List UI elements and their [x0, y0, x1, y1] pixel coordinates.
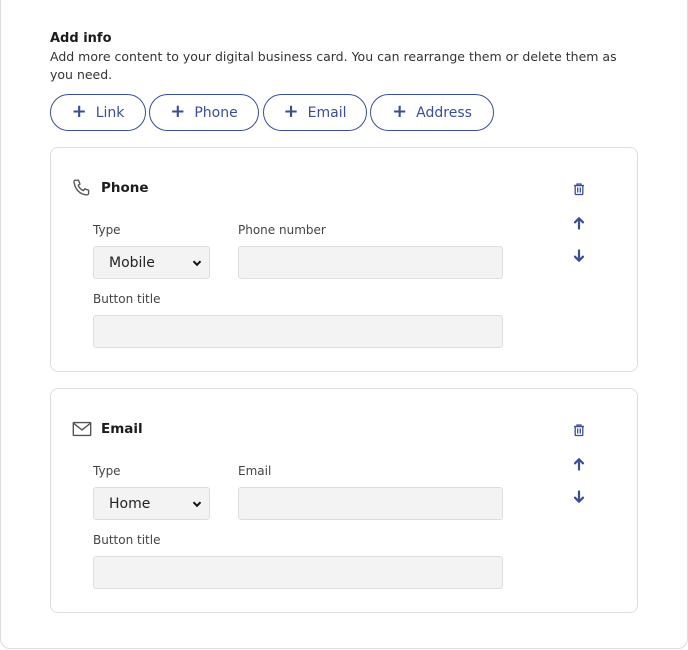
phone-number-label: Phone number: [238, 223, 326, 237]
trash-icon[interactable]: [572, 422, 586, 437]
email-button-title-input[interactable]: [93, 556, 503, 589]
email-type-select[interactable]: Home: [93, 487, 210, 520]
phone-icon: [71, 177, 93, 199]
email-card: Email Type Home Email Button title: [50, 388, 638, 613]
trash-icon[interactable]: [572, 181, 586, 196]
email-type-value: Home: [109, 495, 151, 512]
email-card-title: Email: [101, 421, 143, 437]
add-address-label: Address: [416, 104, 472, 121]
plus-icon: +: [392, 100, 408, 122]
section-description: Add more content to your digital busines…: [50, 49, 617, 82]
phone-button-title-label: Button title: [93, 292, 161, 306]
plus-icon: +: [170, 100, 186, 122]
arrow-up-icon[interactable]: [572, 456, 586, 471]
add-email-button[interactable]: + Email: [263, 94, 367, 131]
plus-icon: +: [283, 100, 299, 122]
email-button-title-label: Button title: [93, 533, 161, 547]
arrow-down-icon[interactable]: [572, 489, 586, 503]
envelope-icon: [71, 418, 93, 440]
phone-card: Phone Type Mobile Phone number Button ti…: [50, 147, 638, 372]
phone-type-select[interactable]: Mobile: [93, 246, 210, 279]
phone-type-value: Mobile: [109, 254, 155, 271]
email-type-label: Type: [93, 464, 121, 478]
section-title: Add info: [50, 31, 112, 46]
chevron-down-icon: [191, 257, 203, 269]
email-address-label: Email: [238, 464, 272, 478]
add-link-label: Link: [95, 104, 125, 121]
phone-number-input[interactable]: [238, 246, 503, 279]
chevron-down-icon: [191, 498, 203, 510]
phone-type-label: Type: [93, 223, 121, 237]
add-link-button[interactable]: + Link: [50, 94, 146, 131]
email-address-input[interactable]: [238, 487, 503, 520]
add-address-button[interactable]: + Address: [370, 94, 494, 131]
add-phone-button[interactable]: + Phone: [149, 94, 259, 131]
phone-card-title: Phone: [101, 180, 149, 196]
add-email-label: Email: [307, 104, 347, 121]
arrow-down-icon[interactable]: [572, 248, 586, 262]
arrow-up-icon[interactable]: [572, 215, 586, 230]
phone-button-title-input[interactable]: [93, 315, 503, 348]
add-phone-label: Phone: [194, 104, 238, 121]
plus-icon: +: [71, 100, 87, 122]
